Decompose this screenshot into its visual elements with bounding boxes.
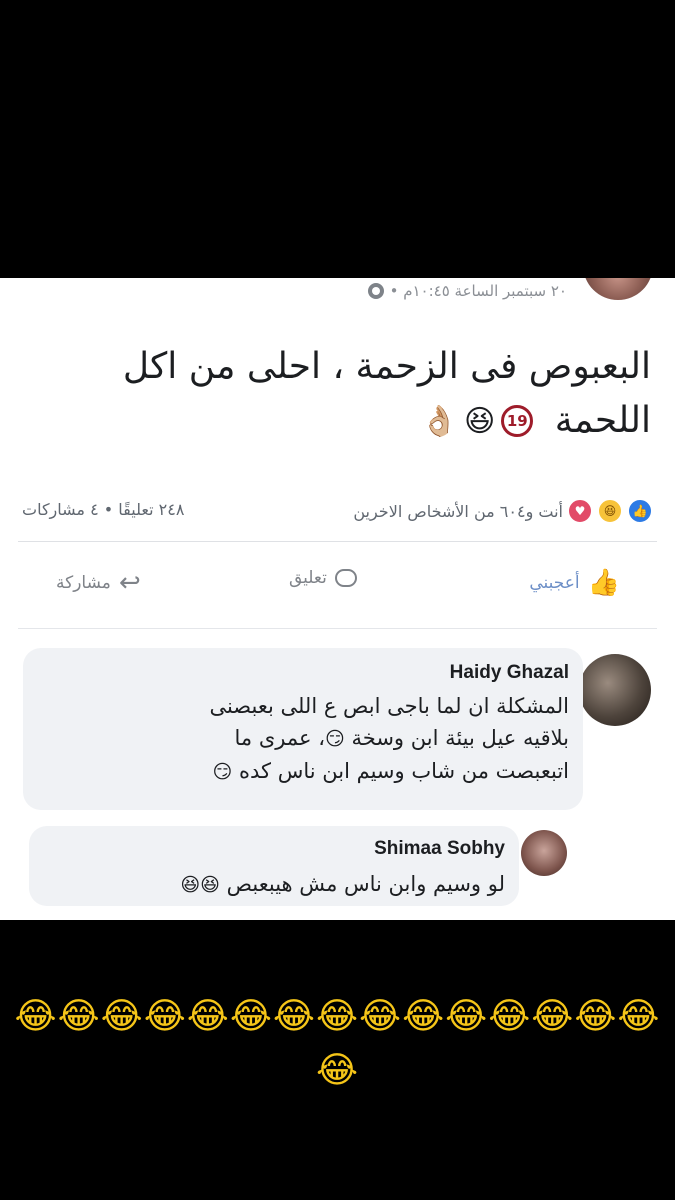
ok-hand-emoji-icon: 👌🏼 <box>420 404 459 439</box>
comment-line: اتبعبصت من شاب وسيم ابن ناس كده 😏 <box>209 755 569 788</box>
comment-line-part: بلاقيه عيل بيئة ابن وسخة <box>351 726 569 750</box>
actions-divider <box>18 628 657 629</box>
post-meta: ٢٠ سبتمبر الساعة ١٠:٤٥م • <box>367 282 567 300</box>
comment-line-part: لو وسيم وابن ناس مش هيبعبص <box>226 872 505 896</box>
smirk-emoji-icon: 😏 <box>212 761 233 783</box>
thumbs-up-icon: 👍 <box>587 568 620 598</box>
comment-label: تعليق <box>289 568 327 588</box>
tears-of-joy-emoji-row: 😂 <box>315 1050 360 1091</box>
smirk-emoji-icon: 😏 <box>325 728 345 750</box>
globe-icon <box>367 283 384 299</box>
comment-line-part: اتبعبصت من شاب وسيم ابن ناس كده <box>239 759 569 783</box>
comment-share-counts[interactable]: ٢٤٨ تعليقًا • ٤ مشاركات <box>22 500 184 519</box>
post-actions: 👍 أعجبني تعليق ↪ مشاركة <box>0 568 675 608</box>
laughing-emoji-icon: 😆 <box>464 404 496 439</box>
comment-bubble: Shimaa Sobhy لو وسيم وابن ناس مش هيبعبص … <box>29 826 519 906</box>
facebook-post: ٢٠ سبتمبر الساعة ١٠:٤٥م • البعبوص فى الز… <box>0 278 675 920</box>
comment-avatar[interactable] <box>521 830 567 876</box>
age-19-badge-icon: 19 <box>501 405 534 437</box>
share-label: مشاركة <box>56 573 111 593</box>
comment-text: لو وسيم وابن ناس مش هيبعبص 😆😆 <box>180 868 505 901</box>
comment-button[interactable]: تعليق <box>289 568 357 588</box>
speech-bubble-icon <box>334 569 357 587</box>
share-arrow-icon: ↪ <box>118 568 141 598</box>
like-reaction-icon: 👍 <box>627 498 653 524</box>
stats-divider <box>18 541 657 542</box>
commenter-name[interactable]: Haidy Ghazal <box>450 662 569 684</box>
tears-of-joy-emoji-row: 😂😂😂😂😂😂😂😂😂😂😂😂😂😂😂 <box>14 996 661 1037</box>
commenter-name[interactable]: Shimaa Sobhy <box>374 838 505 860</box>
laughing-emoji-icon: 😆😆 <box>180 874 220 896</box>
comment-line: المشكلة ان لما باجى ابص ع اللى بعبصنى <box>209 694 569 718</box>
comment-line-part: ، عمرى ما <box>234 726 326 750</box>
post-text: البعبوص فى الزحمة ، احلى من اكل اللحمة 1… <box>31 340 651 448</box>
post-author-avatar[interactable] <box>583 278 653 300</box>
post-stats: 👍 😆 ♥ أنت و٦٠٤ من الأشخاص الاخرين ٢٤٨ تع… <box>0 490 675 530</box>
like-label: أعجبني <box>529 573 580 593</box>
comment-line: لو وسيم وابن ناس مش هيبعبص 😆😆 <box>180 868 505 901</box>
love-reaction-icon: ♥ <box>567 498 593 524</box>
comment-avatar[interactable] <box>579 654 651 726</box>
reaction-count-text: أنت و٦٠٤ من الأشخاص الاخرين <box>353 501 563 521</box>
post-text-line-1: البعبوص فى الزحمة ، احلى من اكل <box>122 346 651 387</box>
post-timestamp[interactable]: ٢٠ سبتمبر الساعة ١٠:٤٥م • <box>390 282 567 300</box>
post-text-word: اللحمة <box>554 400 651 441</box>
reaction-summary[interactable]: 👍 😆 ♥ أنت و٦٠٤ من الأشخاص الاخرين <box>353 498 653 524</box>
caption-emoji: 😂😂😂😂😂😂😂😂😂😂😂😂😂😂😂 😂 <box>0 990 675 1098</box>
share-button[interactable]: ↪ مشاركة <box>56 568 141 598</box>
comment-text: المشكلة ان لما باجى ابص ع اللى بعبصنى بل… <box>209 690 569 788</box>
comment-bubble: Haidy Ghazal المشكلة ان لما باجى ابص ع ا… <box>23 648 583 810</box>
comment-line: بلاقيه عيل بيئة ابن وسخة 😏، عمرى ما <box>209 722 569 755</box>
post-emoji-row: 19 😆 👌🏼 <box>421 405 534 439</box>
haha-reaction-icon: 😆 <box>597 498 623 524</box>
like-button[interactable]: 👍 أعجبني <box>529 568 620 598</box>
post-text-line-2: اللحمة 19 😆 👌🏼 <box>31 394 651 448</box>
